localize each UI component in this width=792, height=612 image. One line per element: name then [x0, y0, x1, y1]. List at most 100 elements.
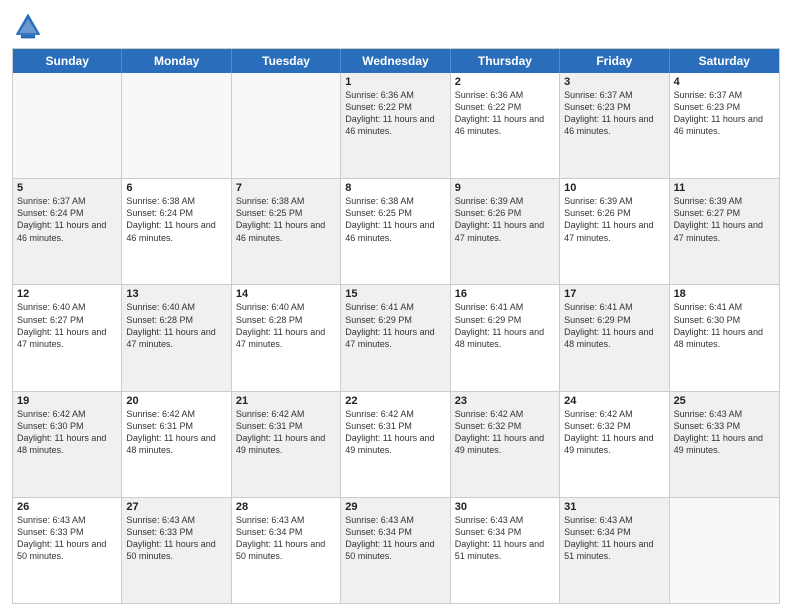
- day-number: 12: [17, 288, 117, 300]
- calendar-body: 1Sunrise: 6:36 AM Sunset: 6:22 PM Daylig…: [13, 73, 779, 603]
- day-cell-8: 8Sunrise: 6:38 AM Sunset: 6:25 PM Daylig…: [341, 179, 450, 284]
- day-number: 10: [564, 182, 664, 194]
- day-cell-20: 20Sunrise: 6:42 AM Sunset: 6:31 PM Dayli…: [122, 392, 231, 497]
- day-cell-25: 25Sunrise: 6:43 AM Sunset: 6:33 PM Dayli…: [670, 392, 779, 497]
- day-info: Sunrise: 6:42 AM Sunset: 6:32 PM Dayligh…: [455, 408, 555, 457]
- day-cell-18: 18Sunrise: 6:41 AM Sunset: 6:30 PM Dayli…: [670, 285, 779, 390]
- day-number: 17: [564, 288, 664, 300]
- page: SundayMondayTuesdayWednesdayThursdayFrid…: [0, 0, 792, 612]
- day-info: Sunrise: 6:40 AM Sunset: 6:27 PM Dayligh…: [17, 301, 117, 350]
- day-number: 23: [455, 395, 555, 407]
- day-number: 21: [236, 395, 336, 407]
- day-cell-empty: [122, 73, 231, 178]
- day-number: 2: [455, 76, 555, 88]
- day-cell-16: 16Sunrise: 6:41 AM Sunset: 6:29 PM Dayli…: [451, 285, 560, 390]
- weekday-header-sunday: Sunday: [13, 49, 122, 73]
- day-info: Sunrise: 6:43 AM Sunset: 6:34 PM Dayligh…: [455, 514, 555, 563]
- header: [12, 10, 780, 42]
- day-info: Sunrise: 6:42 AM Sunset: 6:32 PM Dayligh…: [564, 408, 664, 457]
- day-info: Sunrise: 6:36 AM Sunset: 6:22 PM Dayligh…: [455, 89, 555, 138]
- day-cell-6: 6Sunrise: 6:38 AM Sunset: 6:24 PM Daylig…: [122, 179, 231, 284]
- day-info: Sunrise: 6:37 AM Sunset: 6:23 PM Dayligh…: [674, 89, 775, 138]
- day-cell-13: 13Sunrise: 6:40 AM Sunset: 6:28 PM Dayli…: [122, 285, 231, 390]
- day-number: 29: [345, 501, 445, 513]
- day-info: Sunrise: 6:42 AM Sunset: 6:31 PM Dayligh…: [236, 408, 336, 457]
- day-number: 27: [126, 501, 226, 513]
- day-cell-28: 28Sunrise: 6:43 AM Sunset: 6:34 PM Dayli…: [232, 498, 341, 603]
- calendar-row-1: 5Sunrise: 6:37 AM Sunset: 6:24 PM Daylig…: [13, 178, 779, 284]
- day-info: Sunrise: 6:43 AM Sunset: 6:33 PM Dayligh…: [17, 514, 117, 563]
- day-info: Sunrise: 6:39 AM Sunset: 6:27 PM Dayligh…: [674, 195, 775, 244]
- day-number: 26: [17, 501, 117, 513]
- calendar: SundayMondayTuesdayWednesdayThursdayFrid…: [12, 48, 780, 604]
- day-cell-29: 29Sunrise: 6:43 AM Sunset: 6:34 PM Dayli…: [341, 498, 450, 603]
- weekday-header-tuesday: Tuesday: [232, 49, 341, 73]
- logo: [12, 10, 48, 42]
- day-info: Sunrise: 6:38 AM Sunset: 6:25 PM Dayligh…: [345, 195, 445, 244]
- day-number: 14: [236, 288, 336, 300]
- day-cell-15: 15Sunrise: 6:41 AM Sunset: 6:29 PM Dayli…: [341, 285, 450, 390]
- day-number: 7: [236, 182, 336, 194]
- weekday-header-saturday: Saturday: [670, 49, 779, 73]
- day-cell-12: 12Sunrise: 6:40 AM Sunset: 6:27 PM Dayli…: [13, 285, 122, 390]
- day-cell-30: 30Sunrise: 6:43 AM Sunset: 6:34 PM Dayli…: [451, 498, 560, 603]
- day-cell-11: 11Sunrise: 6:39 AM Sunset: 6:27 PM Dayli…: [670, 179, 779, 284]
- day-info: Sunrise: 6:41 AM Sunset: 6:29 PM Dayligh…: [455, 301, 555, 350]
- day-number: 19: [17, 395, 117, 407]
- weekday-header-friday: Friday: [560, 49, 669, 73]
- day-info: Sunrise: 6:37 AM Sunset: 6:24 PM Dayligh…: [17, 195, 117, 244]
- day-cell-31: 31Sunrise: 6:43 AM Sunset: 6:34 PM Dayli…: [560, 498, 669, 603]
- day-info: Sunrise: 6:42 AM Sunset: 6:30 PM Dayligh…: [17, 408, 117, 457]
- day-cell-2: 2Sunrise: 6:36 AM Sunset: 6:22 PM Daylig…: [451, 73, 560, 178]
- day-cell-26: 26Sunrise: 6:43 AM Sunset: 6:33 PM Dayli…: [13, 498, 122, 603]
- day-cell-5: 5Sunrise: 6:37 AM Sunset: 6:24 PM Daylig…: [13, 179, 122, 284]
- day-number: 28: [236, 501, 336, 513]
- calendar-row-3: 19Sunrise: 6:42 AM Sunset: 6:30 PM Dayli…: [13, 391, 779, 497]
- day-cell-7: 7Sunrise: 6:38 AM Sunset: 6:25 PM Daylig…: [232, 179, 341, 284]
- day-cell-22: 22Sunrise: 6:42 AM Sunset: 6:31 PM Dayli…: [341, 392, 450, 497]
- day-number: 18: [674, 288, 775, 300]
- day-cell-4: 4Sunrise: 6:37 AM Sunset: 6:23 PM Daylig…: [670, 73, 779, 178]
- day-number: 11: [674, 182, 775, 194]
- day-info: Sunrise: 6:43 AM Sunset: 6:34 PM Dayligh…: [564, 514, 664, 563]
- calendar-row-4: 26Sunrise: 6:43 AM Sunset: 6:33 PM Dayli…: [13, 497, 779, 603]
- day-info: Sunrise: 6:37 AM Sunset: 6:23 PM Dayligh…: [564, 89, 664, 138]
- day-info: Sunrise: 6:36 AM Sunset: 6:22 PM Dayligh…: [345, 89, 445, 138]
- day-info: Sunrise: 6:40 AM Sunset: 6:28 PM Dayligh…: [236, 301, 336, 350]
- day-number: 13: [126, 288, 226, 300]
- day-info: Sunrise: 6:42 AM Sunset: 6:31 PM Dayligh…: [126, 408, 226, 457]
- weekday-header-monday: Monday: [122, 49, 231, 73]
- day-number: 30: [455, 501, 555, 513]
- day-info: Sunrise: 6:38 AM Sunset: 6:25 PM Dayligh…: [236, 195, 336, 244]
- day-number: 8: [345, 182, 445, 194]
- day-cell-23: 23Sunrise: 6:42 AM Sunset: 6:32 PM Dayli…: [451, 392, 560, 497]
- day-cell-17: 17Sunrise: 6:41 AM Sunset: 6:29 PM Dayli…: [560, 285, 669, 390]
- day-cell-9: 9Sunrise: 6:39 AM Sunset: 6:26 PM Daylig…: [451, 179, 560, 284]
- day-number: 22: [345, 395, 445, 407]
- weekday-header-thursday: Thursday: [451, 49, 560, 73]
- day-number: 1: [345, 76, 445, 88]
- day-number: 25: [674, 395, 775, 407]
- day-number: 5: [17, 182, 117, 194]
- day-info: Sunrise: 6:38 AM Sunset: 6:24 PM Dayligh…: [126, 195, 226, 244]
- day-info: Sunrise: 6:41 AM Sunset: 6:29 PM Dayligh…: [345, 301, 445, 350]
- day-cell-empty: [232, 73, 341, 178]
- calendar-row-2: 12Sunrise: 6:40 AM Sunset: 6:27 PM Dayli…: [13, 284, 779, 390]
- day-cell-24: 24Sunrise: 6:42 AM Sunset: 6:32 PM Dayli…: [560, 392, 669, 497]
- day-number: 3: [564, 76, 664, 88]
- day-cell-27: 27Sunrise: 6:43 AM Sunset: 6:33 PM Dayli…: [122, 498, 231, 603]
- day-cell-empty: [670, 498, 779, 603]
- logo-icon: [12, 10, 44, 42]
- weekday-header-wednesday: Wednesday: [341, 49, 450, 73]
- day-number: 16: [455, 288, 555, 300]
- day-number: 15: [345, 288, 445, 300]
- day-info: Sunrise: 6:42 AM Sunset: 6:31 PM Dayligh…: [345, 408, 445, 457]
- day-info: Sunrise: 6:43 AM Sunset: 6:34 PM Dayligh…: [345, 514, 445, 563]
- day-cell-10: 10Sunrise: 6:39 AM Sunset: 6:26 PM Dayli…: [560, 179, 669, 284]
- day-number: 6: [126, 182, 226, 194]
- day-cell-14: 14Sunrise: 6:40 AM Sunset: 6:28 PM Dayli…: [232, 285, 341, 390]
- calendar-row-0: 1Sunrise: 6:36 AM Sunset: 6:22 PM Daylig…: [13, 73, 779, 178]
- day-info: Sunrise: 6:43 AM Sunset: 6:33 PM Dayligh…: [674, 408, 775, 457]
- day-cell-3: 3Sunrise: 6:37 AM Sunset: 6:23 PM Daylig…: [560, 73, 669, 178]
- day-info: Sunrise: 6:39 AM Sunset: 6:26 PM Dayligh…: [564, 195, 664, 244]
